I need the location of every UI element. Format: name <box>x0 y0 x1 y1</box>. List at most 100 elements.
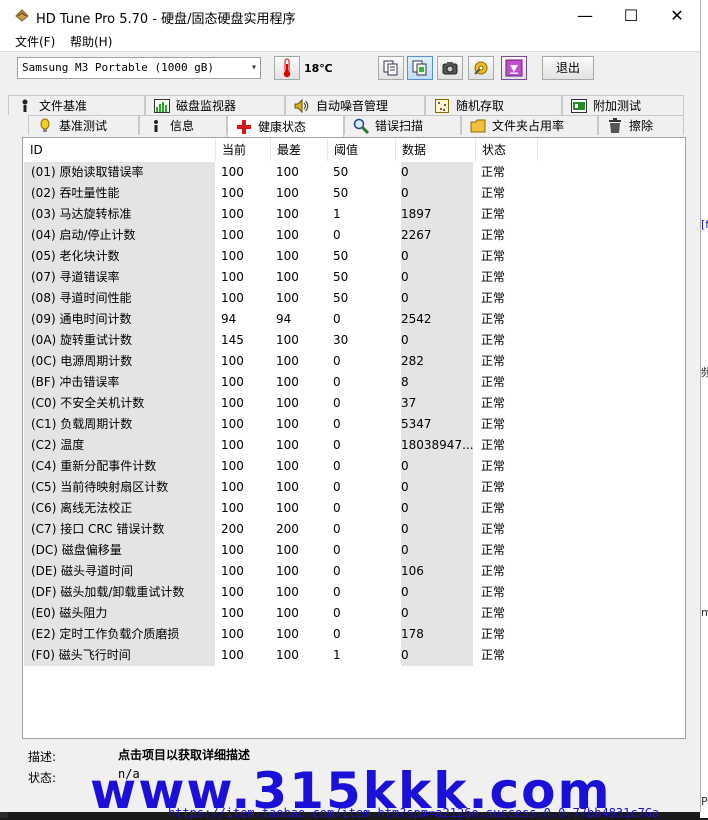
cell-worst: 100 <box>276 501 299 515</box>
hdtune-app-icon <box>15 9 29 22</box>
save-button[interactable] <box>501 56 527 80</box>
speaker-icon <box>294 98 310 114</box>
tab-error-scan[interactable]: 错误扫描 <box>344 115 461 135</box>
disk-monitor-icon <box>154 98 170 114</box>
cell-data: 0 <box>401 519 473 540</box>
tab-info[interactable]: 信息 <box>139 115 227 135</box>
column-header-data[interactable]: 数据 <box>396 139 476 161</box>
file-benchmark-icon <box>17 98 33 114</box>
close-button[interactable]: ✕ <box>654 0 700 31</box>
cell-data: 0 <box>401 477 473 498</box>
cell-worst: 94 <box>276 312 292 326</box>
menu-file[interactable]: 文件(F) <box>15 33 55 50</box>
tab-random-access[interactable]: 随机存取 <box>425 95 562 115</box>
health-icon <box>236 119 252 135</box>
cell-data: 0 <box>401 246 473 267</box>
error-scan-icon <box>353 118 369 134</box>
column-header-worst[interactable]: 最差 <box>271 139 328 161</box>
cell-threshold: 50 <box>333 186 349 200</box>
cell-threshold: 1 <box>333 648 341 662</box>
column-header-current[interactable]: 当前 <box>216 139 271 161</box>
cell-worst: 100 <box>276 270 299 284</box>
table-row[interactable]: (0A) 旋转重试计数 145 100 30 0 正常 <box>23 330 543 351</box>
table-row[interactable]: (01) 原始读取错误率 100 100 50 0 正常 <box>23 162 543 183</box>
cell-id: (07) 寻道错误率 <box>24 267 215 288</box>
table-row[interactable]: (C7) 接口 CRC 错误计数 200 200 0 0 正常 <box>23 519 543 540</box>
tab-noise-management[interactable]: 自动噪音管理 <box>285 95 425 115</box>
table-row[interactable]: (C1) 负载周期计数 100 100 0 5347 正常 <box>23 414 543 435</box>
table-row[interactable]: (09) 通电时间计数 94 94 0 2542 正常 <box>23 309 543 330</box>
column-header-threshold[interactable]: 阈值 <box>328 139 396 161</box>
table-row[interactable]: (E0) 磁头阻力 100 100 0 0 正常 <box>23 603 543 624</box>
cell-threshold: 0 <box>333 417 341 431</box>
cell-data: 106 <box>401 561 473 582</box>
tab-benchmark[interactable]: 基准测试 <box>28 115 139 135</box>
column-header-status[interactable]: 状态 <box>476 139 538 161</box>
table-row[interactable]: (07) 寻道错误率 100 100 50 0 正常 <box>23 267 543 288</box>
down-arrow-icon <box>505 59 523 77</box>
watermark-text: www.315kkk.com <box>90 762 612 820</box>
cell-threshold: 0 <box>333 606 341 620</box>
table-row[interactable]: (C6) 离线无法校正 100 100 0 0 正常 <box>23 498 543 519</box>
table-row[interactable]: (04) 启动/停止计数 100 100 0 2267 正常 <box>23 225 543 246</box>
table-row[interactable]: (BF) 冲击错误率 100 100 0 8 正常 <box>23 372 543 393</box>
column-header-id[interactable]: ID <box>24 139 216 161</box>
chevron-down-icon: ▾ <box>250 62 257 73</box>
thermometer-button[interactable] <box>274 56 300 80</box>
table-row[interactable]: (0C) 电源周期计数 100 100 0 282 正常 <box>23 351 543 372</box>
table-row[interactable]: (C0) 不安全关机计数 100 100 0 37 正常 <box>23 393 543 414</box>
cell-current: 94 <box>221 312 237 326</box>
cell-id: (08) 寻道时间性能 <box>24 288 215 309</box>
cell-current: 100 <box>221 438 244 452</box>
tab-label: 健康状态 <box>258 120 307 134</box>
tab-label: 随机存取 <box>456 99 505 113</box>
copy-screen-button[interactable] <box>407 56 433 80</box>
tab-row-bottom: 基准测试 信息 健康状态 错误扫描 文件夹占用率 擦除 <box>8 115 684 137</box>
tab-file-benchmark[interactable]: 文件基准 <box>8 95 145 115</box>
exit-button[interactable]: 退出 <box>542 56 594 80</box>
cell-id: (C1) 负载周期计数 <box>24 414 215 435</box>
table-row[interactable]: (E2) 定时工作负载介质磨损 100 100 0 178 正常 <box>23 624 543 645</box>
cell-status: 正常 <box>481 543 506 557</box>
tab-erase[interactable]: 擦除 <box>598 115 684 135</box>
copy-text-button[interactable] <box>378 56 404 80</box>
cell-data: 0 <box>401 183 473 204</box>
table-row[interactable]: (DE) 磁头寻道时间 100 100 0 106 正常 <box>23 561 543 582</box>
cell-current: 100 <box>221 501 244 515</box>
minimize-button[interactable]: — <box>562 0 608 31</box>
tab-extra-tests[interactable]: 附加测试 <box>562 95 684 115</box>
tab-folder-usage[interactable]: 文件夹占用率 <box>461 115 598 135</box>
cell-data: 282 <box>401 351 473 372</box>
options-button[interactable] <box>468 56 494 80</box>
cell-data: 0 <box>401 645 473 666</box>
table-row[interactable]: (C5) 当前待映射扇区计数 100 100 0 0 正常 <box>23 477 543 498</box>
table-row[interactable]: (C4) 重新分配事件计数 100 100 0 0 正常 <box>23 456 543 477</box>
cell-current: 100 <box>221 627 244 641</box>
cell-status: 正常 <box>481 396 506 410</box>
title-bar[interactable]: HD Tune Pro 5.70 - 硬盘/固态硬盘实用程序 — ☐ ✕ <box>0 0 700 31</box>
drive-select[interactable]: Samsung M3 Portable (1000 gB) ▾ <box>17 57 261 79</box>
table-row[interactable]: (03) 马达旋转标准 100 100 1 1897 正常 <box>23 204 543 225</box>
cell-current: 145 <box>221 333 244 347</box>
screenshot-button[interactable] <box>437 56 463 80</box>
tab-disk-monitor[interactable]: 磁盘监视器 <box>145 95 285 115</box>
cell-current: 100 <box>221 291 244 305</box>
cell-current: 100 <box>221 354 244 368</box>
cell-status: 正常 <box>481 312 506 326</box>
table-row[interactable]: (08) 寻道时间性能 100 100 50 0 正常 <box>23 288 543 309</box>
table-row[interactable]: (05) 老化块计数 100 100 50 0 正常 <box>23 246 543 267</box>
table-row[interactable]: (02) 吞吐量性能 100 100 50 0 正常 <box>23 183 543 204</box>
table-row[interactable]: (C2) 温度 100 100 0 18038947... 正常 <box>23 435 543 456</box>
table-row[interactable]: (F0) 磁头飞行时间 100 100 1 0 正常 <box>23 645 543 666</box>
table-row[interactable]: (DC) 磁盘偏移量 100 100 0 0 正常 <box>23 540 543 561</box>
cell-current: 100 <box>221 648 244 662</box>
cell-current: 100 <box>221 396 244 410</box>
cell-threshold: 0 <box>333 312 341 326</box>
maximize-button[interactable]: ☐ <box>608 0 654 31</box>
cell-worst: 100 <box>276 207 299 221</box>
cell-threshold: 0 <box>333 501 341 515</box>
table-row[interactable]: (DF) 磁头加载/卸载重试计数 100 100 0 0 正常 <box>23 582 543 603</box>
tab-health[interactable]: 健康状态 <box>227 115 344 137</box>
menu-help[interactable]: 帮助(H) <box>70 33 112 50</box>
cell-id: (E0) 磁头阻力 <box>24 603 215 624</box>
